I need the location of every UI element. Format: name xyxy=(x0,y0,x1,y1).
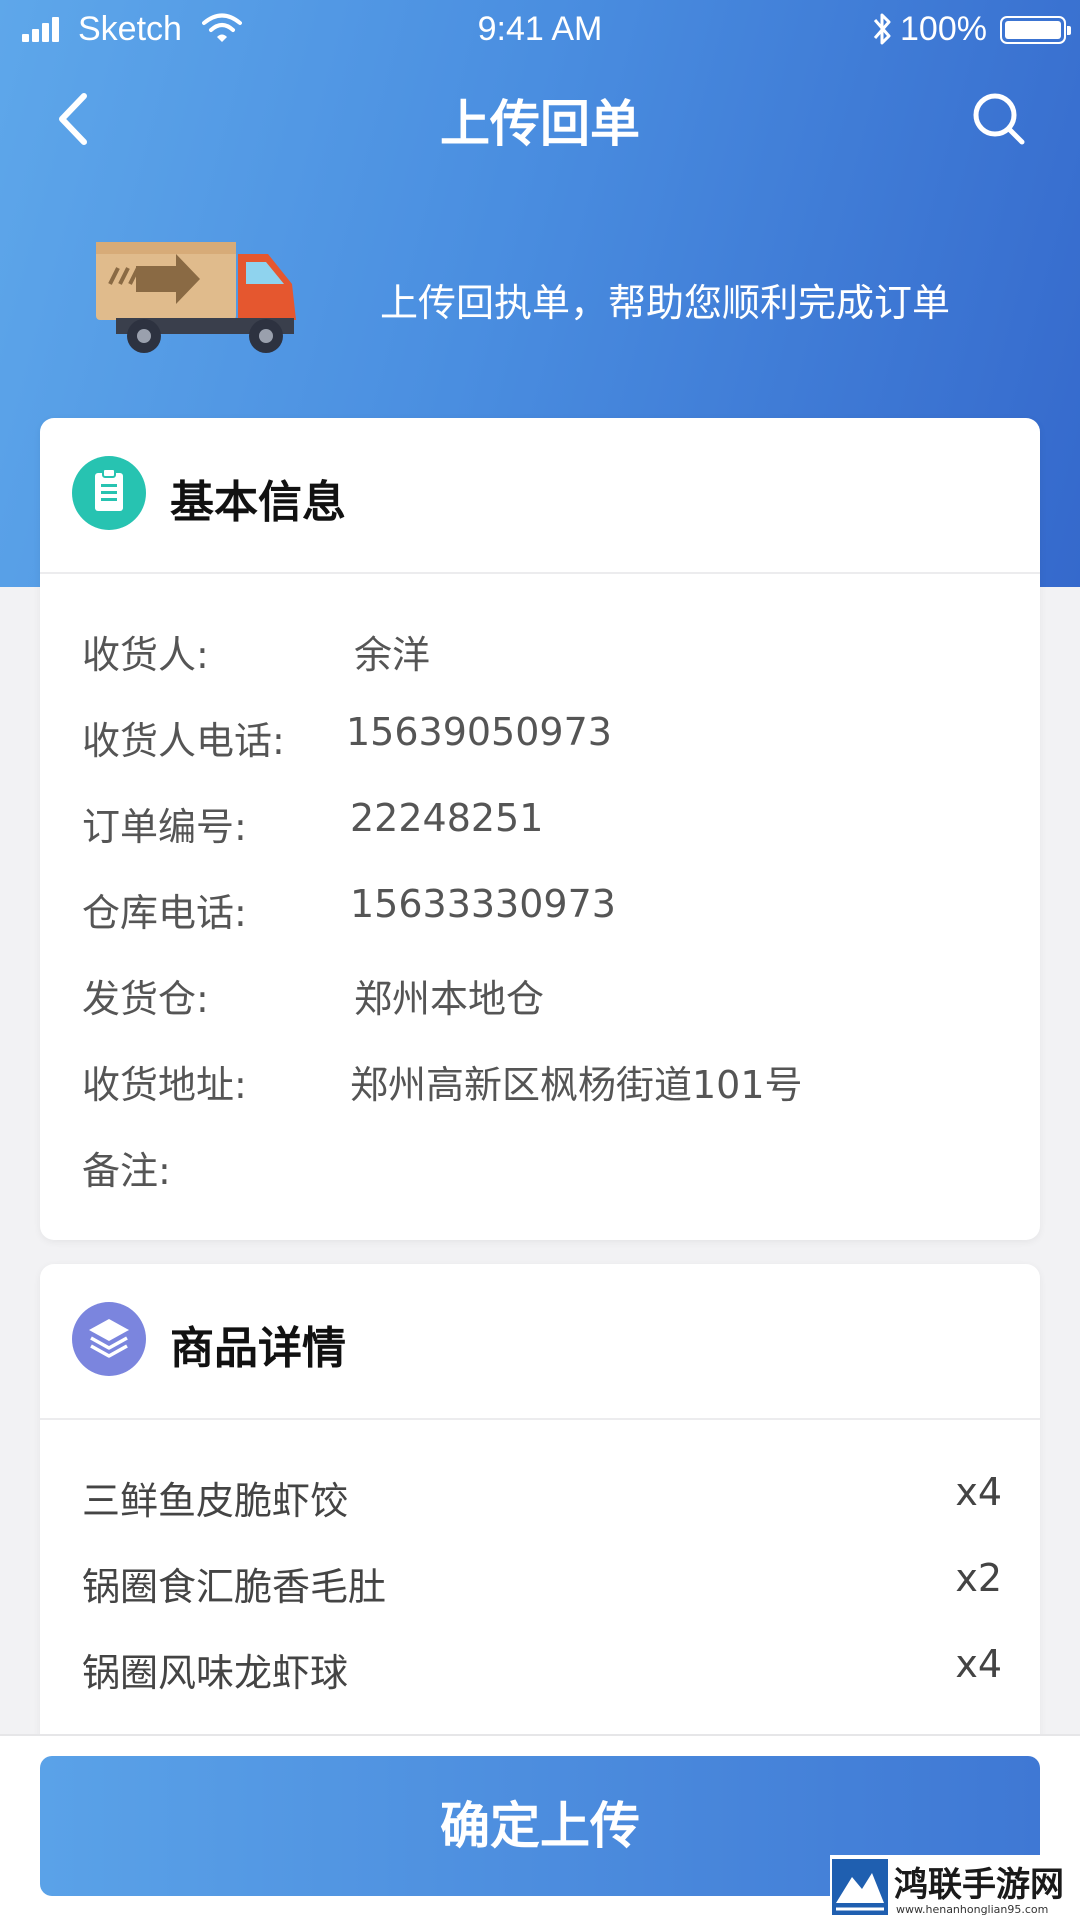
info-label: 收货人: xyxy=(82,633,209,677)
info-row-warehouse: 发货仓: 郑州本地仓 xyxy=(82,968,1002,1028)
layers-icon xyxy=(72,1302,146,1376)
search-icon[interactable] xyxy=(970,90,1028,148)
watermark-url: www.henanhonglian95.com xyxy=(896,1903,1049,1916)
goods-quantity: x4 xyxy=(955,1470,1002,1514)
goods-item: 锅圈食汇脆香毛肚 x2 xyxy=(82,1556,1002,1616)
info-label: 备注: xyxy=(82,1149,171,1193)
info-value: 22248251 xyxy=(350,796,544,840)
basic-info-card: 基本信息 收货人: 余洋 收货人电话: 15639050973 订单编号: 22… xyxy=(40,418,1040,1240)
basic-info-title: 基本信息 xyxy=(170,477,346,528)
info-value: 15633330973 xyxy=(350,882,616,926)
info-row-order-number: 订单编号: 22248251 xyxy=(82,796,1002,856)
goods-item: 三鲜鱼皮脆虾饺 x4 xyxy=(82,1470,1002,1530)
hero-slogan: 上传回执单，帮助您顺利完成订单 xyxy=(380,281,951,325)
info-label: 仓库电话: xyxy=(82,891,247,935)
status-bar: Sketch 9:41 AM 100% xyxy=(0,0,1080,60)
watermark: 鸿联手游网 www.henanhonglian95.com xyxy=(830,1855,1080,1920)
info-row-address: 收货地址: 郑州高新区枫杨街道101号 xyxy=(82,1054,1002,1114)
goods-name: 锅圈食汇脆香毛肚 xyxy=(82,1565,387,1609)
info-row-warehouse-phone: 仓库电话: 15633330973 xyxy=(82,882,1002,942)
info-value: 15639050973 xyxy=(346,710,612,754)
info-value: 郑州本地仓 xyxy=(354,977,545,1021)
goods-detail-header: 商品详情 xyxy=(40,1264,1040,1420)
battery-percent: 100% xyxy=(900,10,987,48)
goods-name: 锅圈风味龙虾球 xyxy=(82,1651,349,1695)
info-row-consignee: 收货人: 余洋 xyxy=(82,624,1002,684)
battery-icon xyxy=(1000,16,1071,44)
basic-info-header: 基本信息 xyxy=(40,418,1040,574)
info-row-consignee-phone: 收货人电话: 15639050973 xyxy=(82,710,1002,770)
page-title: 上传回单 xyxy=(440,95,640,153)
goods-quantity: x4 xyxy=(955,1642,1002,1686)
clipboard-icon xyxy=(72,456,146,530)
info-label: 收货地址: xyxy=(82,1063,247,1107)
goods-detail-title: 商品详情 xyxy=(170,1323,346,1374)
upload-receipt-screen: Sketch 9:41 AM 100% 上传回单 上传回执单，帮助您顺利完成订单 xyxy=(0,0,1080,1920)
info-label: 收货人电话: xyxy=(82,719,285,763)
bluetooth-icon xyxy=(873,13,891,45)
info-label: 订单编号: xyxy=(82,805,247,849)
watermark-title: 鸿联手游网 xyxy=(894,1865,1064,1905)
info-label: 发货仓: xyxy=(82,977,209,1021)
info-value: 余洋 xyxy=(354,633,431,677)
info-row-remark: 备注: xyxy=(82,1140,1002,1200)
info-value: 郑州高新区枫杨街道101号 xyxy=(350,1063,803,1107)
goods-quantity: x2 xyxy=(955,1556,1002,1600)
goods-name: 三鲜鱼皮脆虾饺 xyxy=(82,1479,349,1523)
goods-item: 锅圈风味龙虾球 x4 xyxy=(82,1642,1002,1702)
truck-icon xyxy=(96,242,296,353)
watermark-logo-icon xyxy=(832,1859,888,1915)
